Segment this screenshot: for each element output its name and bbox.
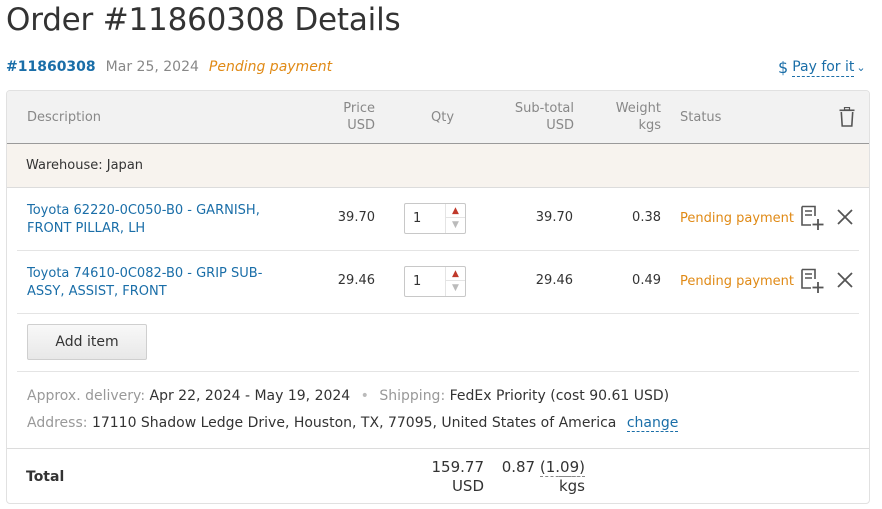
quantity-value[interactable]: 1: [413, 274, 421, 289]
item-status: Pending payment: [680, 274, 795, 289]
item-subtotal: 39.70: [535, 210, 573, 225]
order-items-card: Description Price USD Qty Sub-total USD …: [6, 90, 870, 504]
shipping-value: FedEx Priority (cost 90.61 USD): [449, 388, 670, 404]
add-note-icon[interactable]: [800, 205, 824, 231]
delivery-line: Approx. delivery: Apr 22, 2024 - May 19,…: [27, 388, 669, 404]
item-status: Pending payment: [680, 211, 795, 226]
item-description-link[interactable]: Toyota 62220-0C050-B0 - GARNISH, FRONT P…: [27, 202, 287, 238]
item-subtotal: 29.46: [535, 273, 573, 288]
table-row: Toyota 74610-0C082-B0 - GRIP SUB- ASSY, …: [17, 251, 859, 314]
dollar-icon: $: [778, 58, 789, 77]
header-description: Description: [27, 110, 102, 125]
item-weight: 0.49: [632, 273, 661, 288]
item-price: 39.70: [337, 210, 375, 225]
delivery-info: Approx. delivery: Apr 22, 2024 - May 19,…: [7, 372, 869, 449]
item-description-link[interactable]: Toyota 74610-0C082-B0 - GRIP SUB- ASSY, …: [27, 265, 287, 301]
add-note-icon[interactable]: [800, 268, 824, 294]
approx-delivery-label: Approx. delivery:: [27, 388, 146, 404]
order-number: #11860308: [6, 59, 96, 75]
increment-icon[interactable]: ▲: [446, 267, 465, 281]
order-status: Pending payment: [208, 59, 333, 75]
item-price: 29.46: [337, 273, 375, 288]
page-title: Order #11860308 Details: [6, 2, 401, 38]
total-row: Total 159.77 USD 0.87 (1.09) kgs: [7, 449, 869, 503]
total-amount: 159.77 USD: [431, 458, 485, 495]
trash-icon[interactable]: [839, 107, 855, 127]
quantity-stepper[interactable]: 1 ▲ ▼: [404, 203, 466, 234]
table-row: Toyota 62220-0C050-B0 - GARNISH, FRONT P…: [17, 188, 859, 251]
header-price: Price USD: [343, 101, 375, 133]
change-address-link[interactable]: change: [626, 415, 679, 432]
order-meta: #11860308 Mar 25, 2024 Pending payment: [6, 59, 332, 75]
decrement-icon[interactable]: ▼: [446, 218, 465, 232]
address-line: Address: 17110 Shadow Ledge Drive, Houst…: [27, 415, 679, 432]
header-qty: Qty: [431, 110, 455, 125]
address-label: Address:: [27, 415, 88, 431]
pay-for-it-label: Pay for it: [792, 58, 855, 77]
decrement-icon[interactable]: ▼: [446, 281, 465, 295]
chevron-down-icon: ⌄: [856, 61, 866, 74]
order-date: Mar 25, 2024: [105, 59, 199, 75]
address-value: 17110 Shadow Ledge Drive, Houston, TX, 7…: [91, 415, 617, 431]
header-weight: Weight kgs: [615, 101, 661, 133]
increment-icon[interactable]: ▲: [446, 204, 465, 218]
header-status: Status: [680, 110, 722, 125]
total-label: Total: [26, 469, 65, 485]
add-item-button[interactable]: Add item: [27, 324, 147, 360]
warehouse-row: Warehouse: Japan: [7, 144, 869, 188]
header-subtotal: Sub-total USD: [514, 101, 574, 133]
table-header: Description Price USD Qty Sub-total USD …: [7, 91, 869, 144]
volumetric-weight: (1.09): [539, 458, 585, 477]
add-item-bar: Add item: [17, 315, 859, 372]
separator-dot: •: [360, 388, 369, 404]
shipping-label: Shipping:: [379, 388, 446, 404]
close-icon[interactable]: [836, 208, 854, 226]
approx-delivery-value: Apr 22, 2024 - May 19, 2024: [149, 388, 351, 404]
quantity-stepper[interactable]: 1 ▲ ▼: [404, 266, 466, 297]
item-weight: 0.38: [632, 210, 661, 225]
close-icon[interactable]: [836, 271, 854, 289]
quantity-value[interactable]: 1: [413, 211, 421, 226]
total-weight: 0.87 (1.09) kgs: [501, 458, 585, 495]
pay-for-it-button[interactable]: $ Pay for it ⌄: [778, 58, 866, 77]
